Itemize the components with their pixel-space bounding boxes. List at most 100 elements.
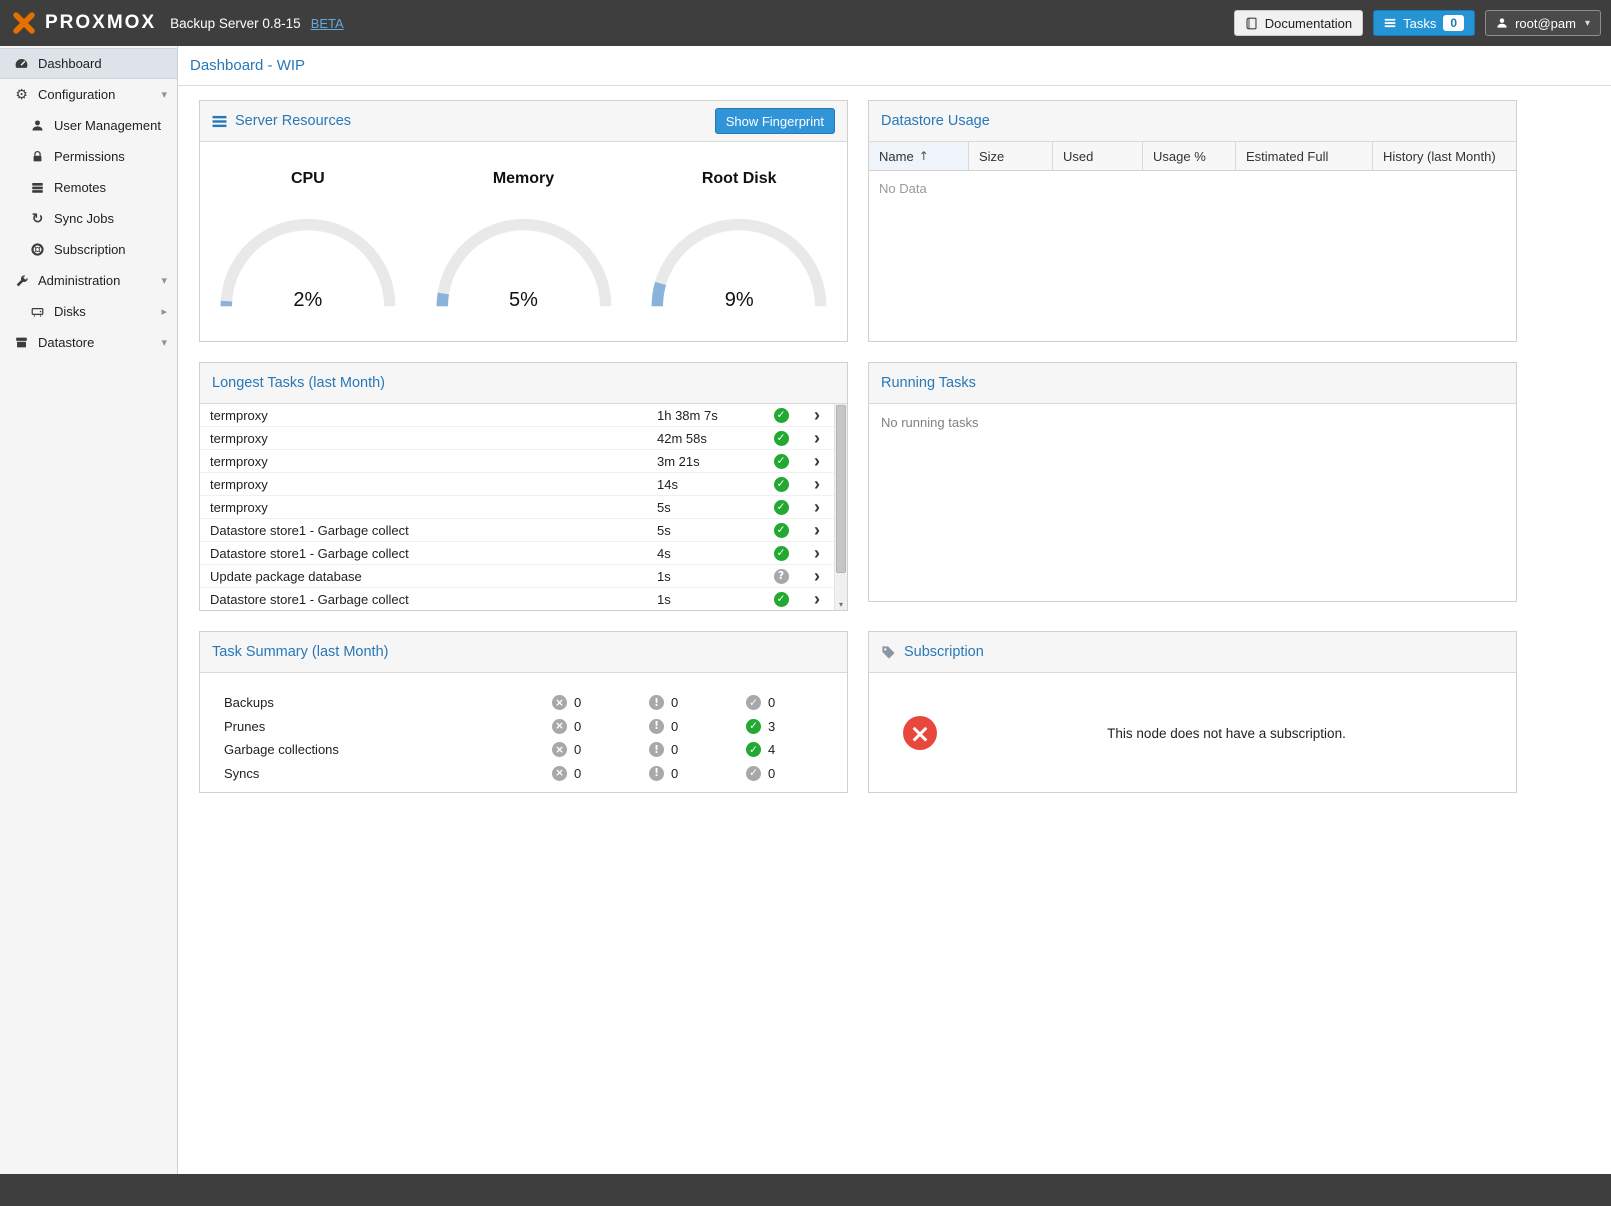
sidebar-item-sync-jobs[interactable]: ↻ Sync Jobs xyxy=(0,203,177,234)
error-icon: × xyxy=(552,719,567,734)
column-header-label: Usage % xyxy=(1153,149,1206,164)
chevron-right-icon[interactable]: › xyxy=(800,475,834,493)
datastore-usage-body: No Data xyxy=(869,171,1516,206)
content: Server Resources Show Fingerprint CPU xyxy=(178,86,1611,1174)
server-resources-header: Server Resources Show Fingerprint xyxy=(200,101,847,142)
tasks-button[interactable]: Tasks 0 xyxy=(1373,10,1475,36)
longest-tasks-list: termproxy1h 38m 7s✓›termproxy42m 58s✓›te… xyxy=(200,404,834,611)
server-lines-icon xyxy=(212,115,227,128)
chevron-right-icon[interactable]: › xyxy=(800,406,834,424)
task-row[interactable]: termproxy5s✓› xyxy=(200,496,834,519)
column-header[interactable]: Estimated Full xyxy=(1236,142,1373,170)
warning-icon: ! xyxy=(649,766,664,781)
task-duration: 5s xyxy=(657,500,762,515)
documentation-button[interactable]: Documentation xyxy=(1234,10,1363,36)
sidebar-item-label: Subscription xyxy=(54,242,126,257)
task-name: Datastore store1 - Garbage collect xyxy=(210,546,657,561)
summary-label: Backups xyxy=(224,695,552,710)
ok-count: 0 xyxy=(768,766,775,781)
task-summary-header: Task Summary (last Month) xyxy=(200,632,847,673)
book-icon xyxy=(1245,17,1258,30)
datastore-usage-panel: Datastore Usage Name↑Size Used Usage % Esti… xyxy=(868,100,1517,342)
datastore-usage-header-row: Name↑Size Used Usage % Estimated FullHistor… xyxy=(869,142,1516,171)
empty-text: No Data xyxy=(869,171,1516,206)
collapse-caret-icon[interactable]: ▾ xyxy=(161,336,167,349)
proxmox-logo: PROXMOX xyxy=(10,10,156,36)
chevron-right-icon[interactable]: › xyxy=(800,521,834,539)
error-icon: × xyxy=(552,766,567,781)
task-row[interactable]: Datastore store1 - Garbage collect4s ✓ › xyxy=(200,542,834,565)
chevron-right-icon[interactable]: › xyxy=(800,567,834,585)
empty-text: No running tasks xyxy=(869,404,1516,602)
collapse-caret-icon[interactable]: ▾ xyxy=(161,274,167,287)
ok-icon: ✓ xyxy=(746,695,761,710)
chevron-right-icon[interactable]: › xyxy=(800,544,834,562)
subscription-header: Subscription xyxy=(869,632,1516,673)
task-name: Datastore store1 - Garbage collect xyxy=(210,523,657,538)
sidebar-item-subscription[interactable]: Subscription xyxy=(0,234,177,265)
chevron-right-icon[interactable]: › xyxy=(800,498,834,516)
chevron-right-icon[interactable]: › xyxy=(800,590,834,608)
subscription-message: This node does not have a subscription. xyxy=(937,726,1516,741)
task-duration: 3m 21s xyxy=(657,454,762,469)
task-name: termproxy xyxy=(210,500,657,515)
task-name: termproxy xyxy=(210,408,657,423)
task-row[interactable]: termproxy14s✓› xyxy=(200,473,834,496)
task-duration: 5s xyxy=(657,523,762,538)
chevron-right-icon[interactable]: › xyxy=(800,429,834,447)
product-version: Backup Server 0.8-15 xyxy=(170,16,301,31)
sidebar-item-disks[interactable]: Disks ▸ xyxy=(0,296,177,327)
unknown-status-icon: ? xyxy=(774,569,789,584)
sidebar-item-administration[interactable]: Administration ▾ xyxy=(0,265,177,296)
sort-asc-icon: ↑ xyxy=(919,149,929,163)
column-header-label: Used xyxy=(1063,149,1093,164)
warning-icon: ! xyxy=(649,695,664,710)
scrollbar[interactable]: ▾ xyxy=(834,404,847,611)
user-label: root@pam xyxy=(1515,16,1576,31)
chevron-right-icon[interactable]: › xyxy=(800,452,834,470)
user-icon xyxy=(28,119,47,132)
summary-row: Backups×0!0✓0 xyxy=(224,691,847,715)
sidebar-item-configuration[interactable]: ⚙ Configuration ▾ xyxy=(0,79,177,110)
task-row[interactable]: Update package database1s?› xyxy=(200,565,834,588)
sidebar-item-user-management[interactable]: User Management xyxy=(0,110,177,141)
error-icon: × xyxy=(552,695,567,710)
ok-status-icon: ✓ xyxy=(774,546,789,561)
column-header[interactable]: History (last Month) xyxy=(1373,142,1516,170)
task-row[interactable]: Datastore store1 - Garbage collect1s✓› xyxy=(200,588,834,611)
sidebar-item-remotes[interactable]: Remotes xyxy=(0,172,177,203)
topbar: PROXMOX Backup Server 0.8-15 BETA Docume… xyxy=(0,0,1611,46)
ok-status-icon: ✓ xyxy=(774,592,789,607)
sidebar-item-dashboard[interactable]: Dashboard xyxy=(0,48,177,79)
collapse-caret-icon[interactable]: ▾ xyxy=(161,88,167,101)
sidebar-item-datastore[interactable]: Datastore ▾ xyxy=(0,327,177,358)
task-row[interactable]: termproxy1h 38m 7s✓› xyxy=(200,404,834,427)
panel-title: Datastore Usage xyxy=(881,113,990,129)
warning-icon: ! xyxy=(649,742,664,757)
main-area: Dashboard - WIP Server Resources xyxy=(178,46,1611,1174)
task-row[interactable]: termproxy3m 21s✓› xyxy=(200,450,834,473)
task-name: termproxy xyxy=(210,477,657,492)
summary-label: Prunes xyxy=(224,719,552,734)
task-duration: 14s xyxy=(657,477,762,492)
task-row[interactable]: Datastore store1 - Garbage collect5s✓› xyxy=(200,519,834,542)
column-header[interactable]: Usage % xyxy=(1143,142,1236,170)
scrollbar-down-arrow-icon[interactable]: ▾ xyxy=(835,598,847,611)
bottom-bar xyxy=(0,1174,1611,1206)
user-menu-button[interactable]: root@pam ▾ xyxy=(1485,10,1601,36)
ok-icon: ✓ xyxy=(746,742,761,757)
error-count: 0 xyxy=(574,766,581,781)
summary-row: Garbage collections×0!0✓4 xyxy=(224,738,847,762)
expand-caret-icon[interactable]: ▸ xyxy=(161,305,167,318)
show-fingerprint-button[interactable]: Show Fingerprint xyxy=(715,108,835,134)
task-row[interactable]: termproxy42m 58s✓› xyxy=(200,427,834,450)
scrollbar-thumb[interactable] xyxy=(836,405,846,573)
sidebar-item-label: Administration xyxy=(38,273,120,288)
column-header[interactable]: Size xyxy=(969,142,1053,170)
task-duration: 4s xyxy=(657,546,762,561)
column-header[interactable]: Name↑ xyxy=(869,142,969,170)
panel-title: Longest Tasks (last Month) xyxy=(212,375,385,391)
column-header[interactable]: Used xyxy=(1053,142,1143,170)
beta-link[interactable]: BETA xyxy=(311,16,344,31)
sidebar-item-permissions[interactable]: Permissions xyxy=(0,141,177,172)
